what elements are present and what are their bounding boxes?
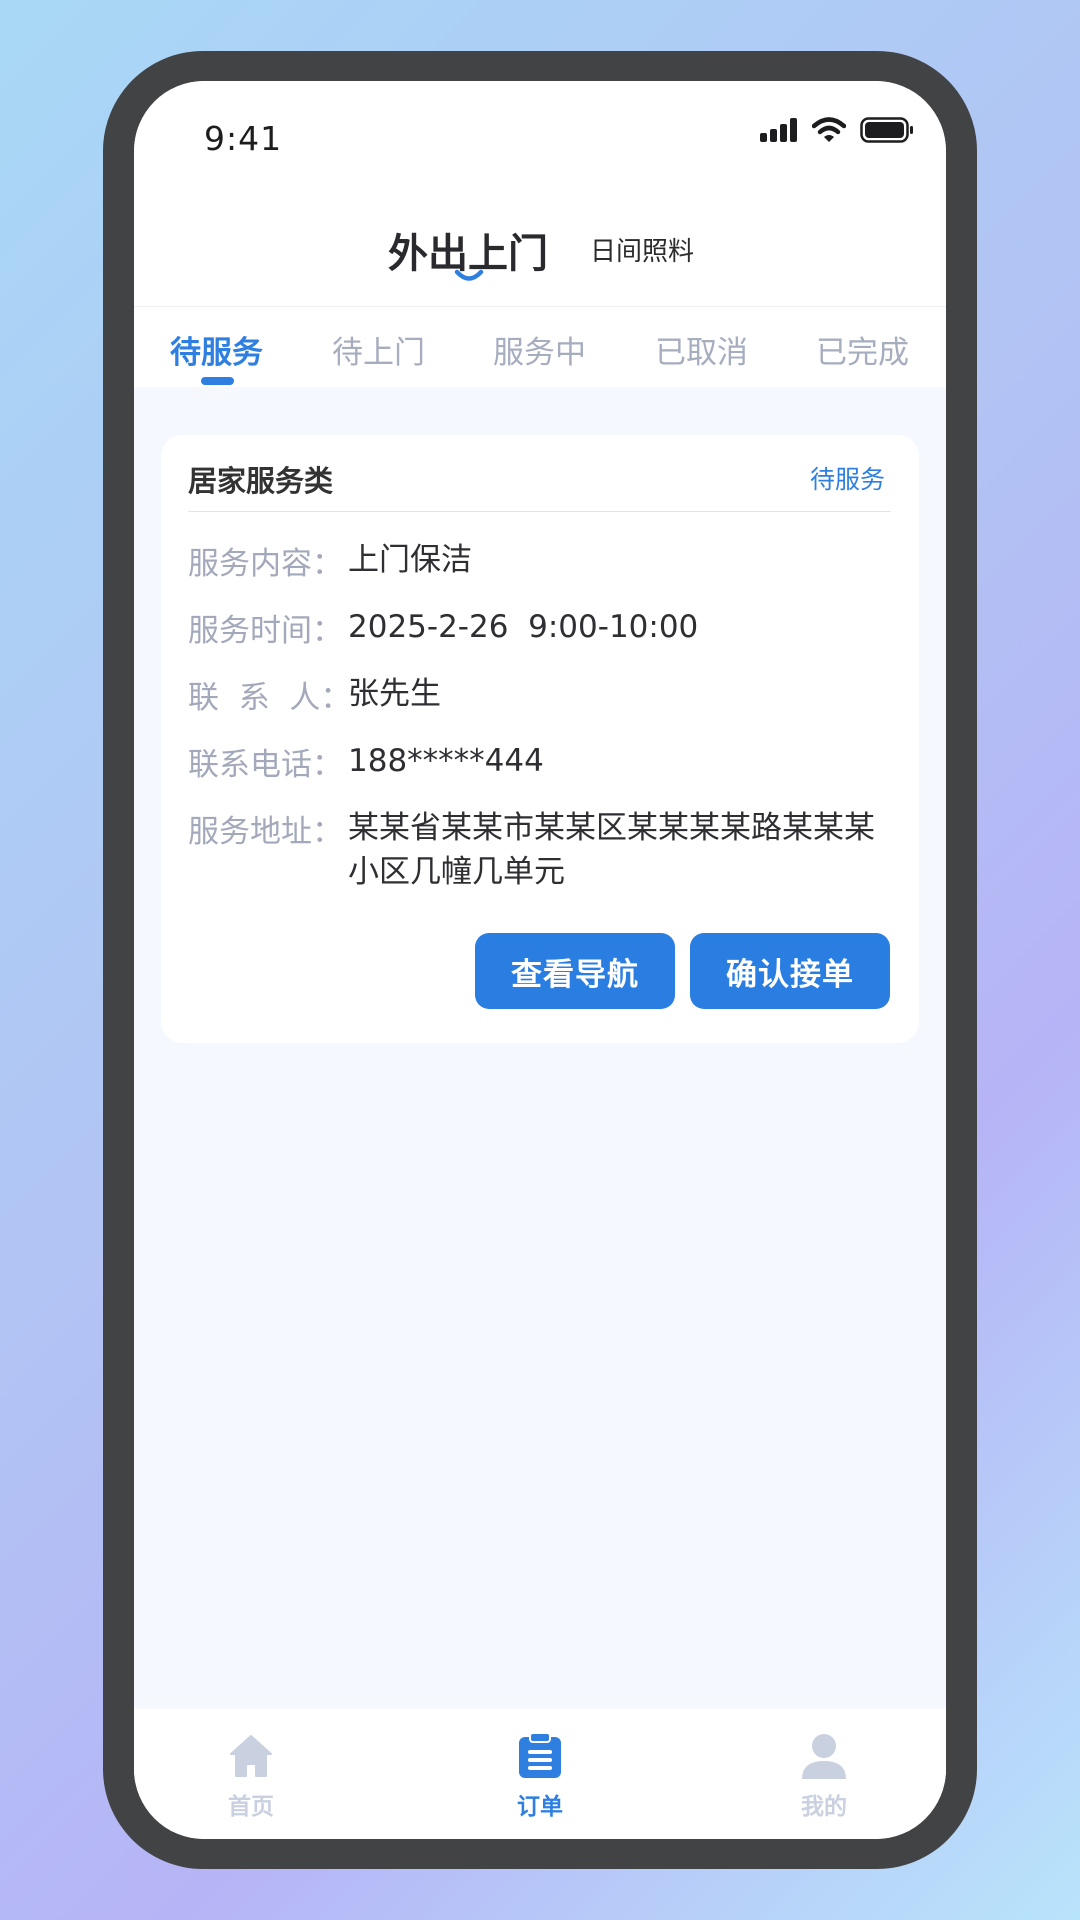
nav-orders[interactable]: 订单 bbox=[480, 1732, 600, 1821]
nav-profile[interactable]: 我的 bbox=[764, 1733, 884, 1821]
nav-profile-label: 我的 bbox=[801, 1794, 847, 1820]
tab-in-service[interactable]: 服务中 bbox=[493, 327, 586, 372]
field-value: 2025-2-26 9:00-10:00 bbox=[348, 609, 699, 645]
service-type-switch[interactable]: 日间照料 bbox=[590, 231, 694, 268]
status-badge: 待服务 bbox=[809, 465, 885, 494]
field-value: 某某省某某市某某区某某某某路某某某小区几幢几单元 bbox=[348, 810, 875, 890]
bottom-nav: 首页 订单 我的 bbox=[134, 1709, 946, 1839]
tabs-divider bbox=[134, 306, 946, 307]
status-time: 9:41 bbox=[204, 119, 283, 158]
title-smile-indicator bbox=[454, 269, 484, 281]
status-icons bbox=[760, 117, 914, 143]
tab-cancelled[interactable]: 已取消 bbox=[655, 327, 748, 372]
field-label: 联 系 人： bbox=[188, 680, 352, 716]
field-value[interactable]: 188*****444 bbox=[348, 739, 903, 783]
top-bar: 9:41 外出上门 日间照料 待服务 待上门 服务中 已取消 已完成 bbox=[134, 81, 946, 387]
phone-screen: 9:41 外出上门 日间照料 待服务 待上门 服务中 已取消 已完成 居家服务类… bbox=[134, 81, 946, 1839]
nav-orders-label: 订单 bbox=[517, 1794, 563, 1820]
tab-pending-visit[interactable]: 待上门 bbox=[332, 327, 425, 372]
field-label: 服务地址： bbox=[188, 814, 343, 850]
field-value: 张先生 bbox=[348, 676, 441, 712]
field-label: 服务时间： bbox=[188, 613, 343, 649]
navigate-button[interactable]: 查看导航 bbox=[475, 933, 675, 1009]
tab-completed[interactable]: 已完成 bbox=[816, 327, 909, 372]
battery-icon bbox=[860, 117, 913, 143]
order-category: 居家服务类 bbox=[188, 464, 334, 498]
field-value: 上门保洁 bbox=[348, 542, 472, 578]
active-tab-indicator bbox=[201, 377, 234, 385]
wifi-icon bbox=[812, 117, 846, 142]
nav-home-label: 首页 bbox=[228, 1794, 274, 1820]
field-label: 联系电话： bbox=[188, 747, 343, 783]
home-icon bbox=[230, 1735, 272, 1777]
field-label: 服务内容： bbox=[188, 546, 343, 582]
nav-home[interactable]: 首页 bbox=[191, 1733, 311, 1821]
order-card[interactable]: 居家服务类 待服务 服务内容： 上门保洁 服务时间： 2025-2-26 9:0… bbox=[161, 435, 919, 1043]
user-icon bbox=[802, 1734, 846, 1779]
tab-pending-service[interactable]: 待服务 bbox=[170, 327, 263, 372]
card-divider bbox=[188, 511, 891, 512]
signal-icon bbox=[760, 118, 797, 142]
clipboard-icon bbox=[519, 1732, 561, 1778]
accept-order-button[interactable]: 确认接单 bbox=[690, 933, 890, 1009]
